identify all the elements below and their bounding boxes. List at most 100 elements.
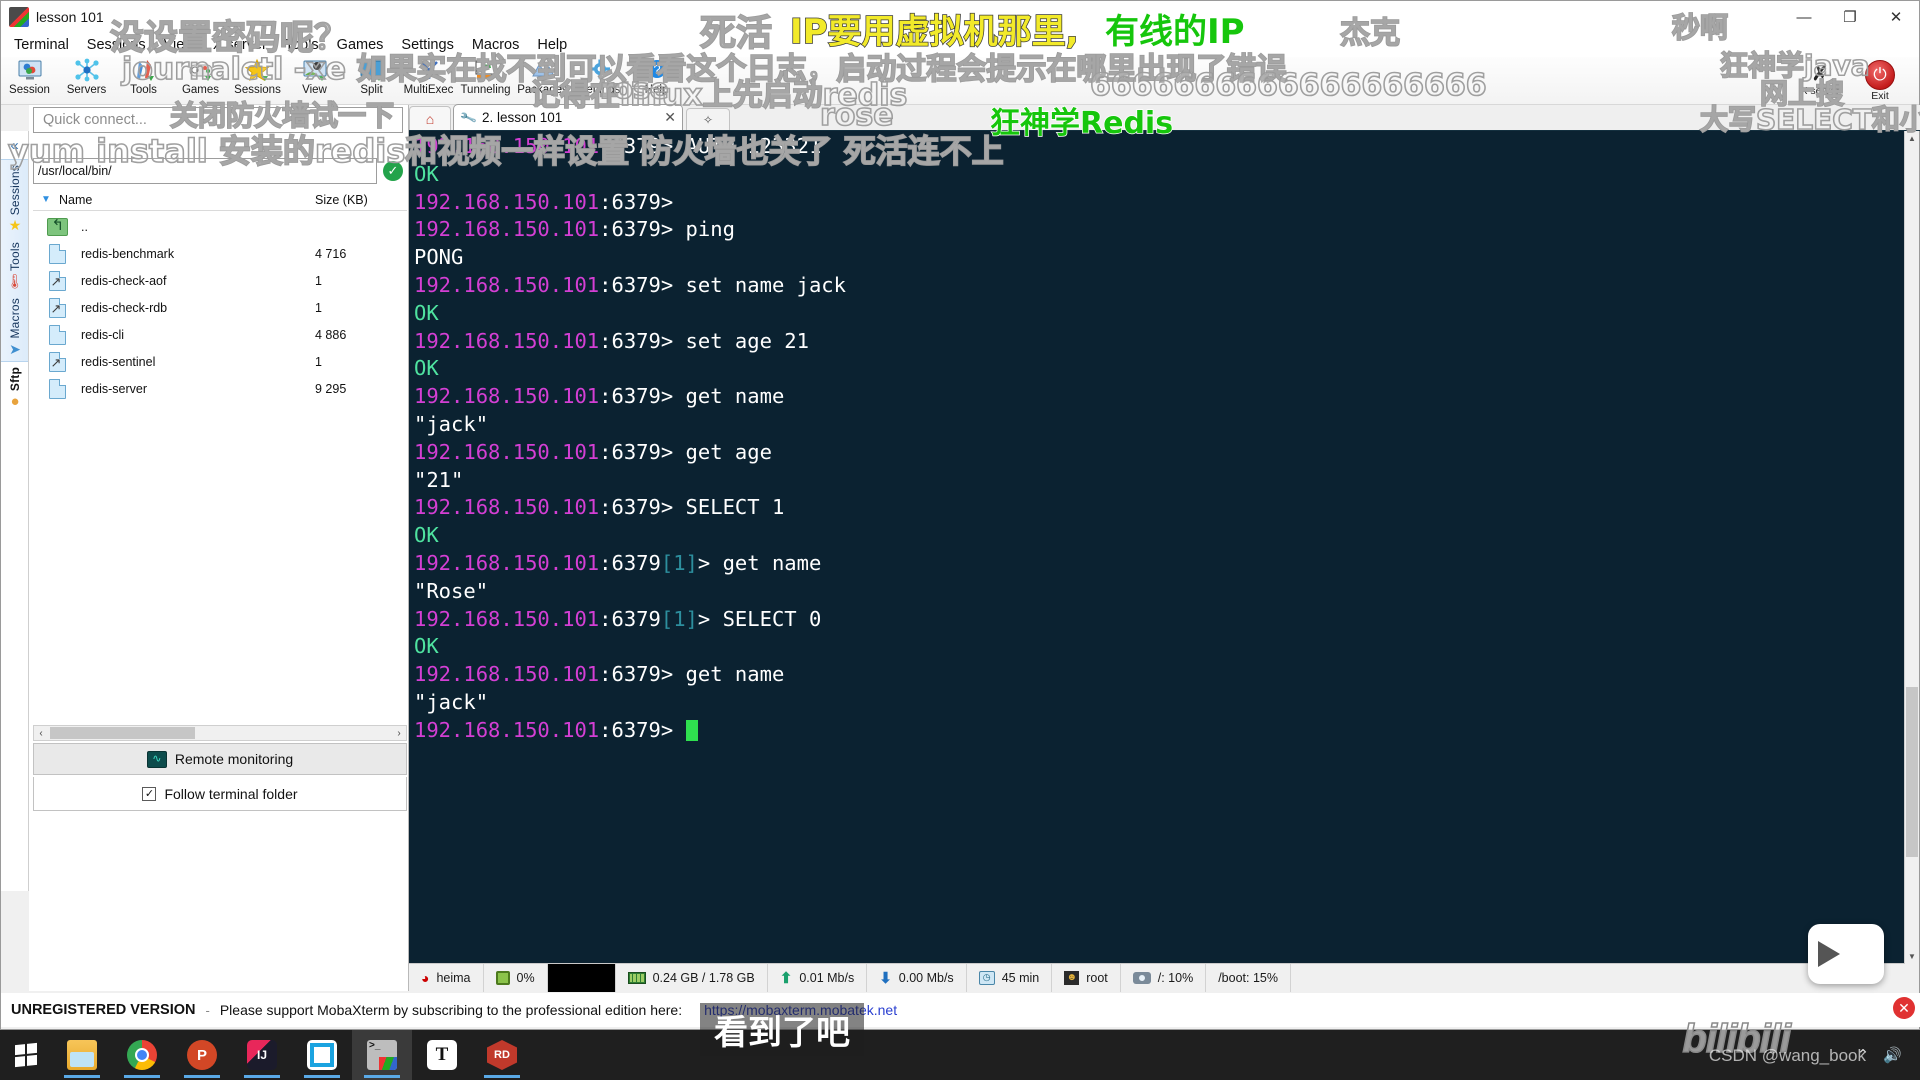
tab-close-icon[interactable]: ✕	[640, 109, 676, 126]
tunneling-icon	[472, 58, 500, 83]
taskbar-mobaxterm[interactable]	[352, 1030, 412, 1080]
scroll-up-icon[interactable]: ▲	[1905, 131, 1919, 145]
mobaxterm-purchase-link[interactable]: https://mobaxterm.mobatek.net	[704, 1002, 897, 1018]
taskbar-file-explorer[interactable]	[52, 1030, 112, 1080]
terminal-prompt-sep: >	[661, 662, 686, 686]
collapse-sidebar-icon[interactable]: «	[1, 131, 28, 159]
start-button[interactable]	[0, 1030, 52, 1080]
status-cpu[interactable]: 0%	[484, 964, 548, 992]
remote-monitoring-button[interactable]: ∿ Remote monitoring	[33, 743, 407, 775]
terminal-prompt-db: [1]	[661, 551, 698, 575]
column-header-size[interactable]: Size (KB)	[315, 193, 407, 207]
status-uptime[interactable]: ◷ 45 min	[967, 964, 1053, 992]
download-arrow-icon: ⬇	[879, 969, 892, 987]
ribbon-servers[interactable]: Servers	[58, 57, 115, 105]
taskbar-vmware[interactable]	[292, 1030, 352, 1080]
footer-close-button[interactable]: ✕	[1893, 997, 1915, 1019]
taskbar-redis-desktop[interactable]: RD	[472, 1030, 532, 1080]
menu-help[interactable]: Help	[528, 35, 576, 55]
file-icon	[49, 379, 66, 399]
status-download[interactable]: ⬇ 0.00 Mb/s	[867, 964, 966, 992]
ribbon-tunneling[interactable]: Tunneling	[457, 57, 514, 105]
scroll-thumb[interactable]	[50, 727, 195, 739]
taskbar-powerpoint[interactable]: P	[172, 1030, 232, 1080]
column-header-name[interactable]: Name	[59, 193, 315, 207]
list-item[interactable]: redis-check-aof 1	[33, 267, 407, 294]
taskbar-intellij-idea[interactable]: IJ	[232, 1030, 292, 1080]
list-item[interactable]: ..	[33, 213, 407, 240]
terminal-output[interactable]: 192.168.150.101:6379> AUTH 123321 OK 192…	[409, 131, 1905, 963]
menu-x-server[interactable]: X server	[204, 35, 276, 55]
status-disk-root[interactable]: /: 10%	[1121, 964, 1206, 992]
system-tray: ⌃ 🔊	[1857, 1046, 1920, 1064]
tray-volume-icon[interactable]: 🔊	[1883, 1046, 1902, 1064]
ribbon-sessions[interactable]: Sessions	[229, 57, 286, 105]
scroll-track[interactable]	[48, 726, 392, 740]
menu-games[interactable]: Games	[328, 35, 393, 55]
terminal-line: "21"	[414, 467, 1905, 495]
scroll-down-icon[interactable]: ▼	[1905, 949, 1919, 963]
menu-sessions[interactable]: Sessions	[78, 35, 155, 55]
powerpoint-icon: P	[187, 1040, 217, 1070]
ribbon-help[interactable]: ? Help	[628, 57, 685, 105]
close-button[interactable]: ✕	[1873, 1, 1919, 33]
ribbon-multiexec[interactable]: MultiExec	[400, 57, 457, 105]
menu-tools[interactable]: Tools	[276, 35, 328, 55]
scroll-right-icon[interactable]: ›	[392, 728, 406, 739]
status-hostname[interactable]: ◕ heima	[409, 964, 484, 992]
terminal-prompt-host: 192.168.150.101	[414, 551, 599, 575]
terminal-line: 192.168.150.101:6379[1]> SELECT 0	[414, 606, 1905, 634]
taskbar-typora[interactable]: T	[412, 1030, 472, 1080]
taskbar-google-chrome[interactable]	[112, 1030, 172, 1080]
quick-connect-input[interactable]: Quick connect...	[33, 107, 403, 133]
sidebar-item-macros[interactable]: ➤ Macros	[1, 293, 29, 361]
ribbon-session[interactable]: Session	[1, 57, 58, 105]
ribbon-view[interactable]: View	[286, 57, 343, 105]
exit-button[interactable]: ⏻ Exit	[1851, 60, 1909, 102]
tab-lesson-101[interactable]: 🔧 2. lesson 101 ✕	[453, 104, 683, 130]
terminal-vertical-scrollbar[interactable]: ▲ ▼	[1904, 131, 1919, 963]
terminal-prompt-host: 192.168.150.101	[414, 190, 599, 214]
current-path-input[interactable]: /usr/local/bin/	[33, 158, 377, 184]
menu-macros[interactable]: Macros	[463, 35, 529, 55]
status-user[interactable]: ☻ root	[1052, 964, 1121, 992]
scroll-left-icon[interactable]: ‹	[34, 728, 48, 739]
menu-settings[interactable]: Settings	[392, 35, 462, 55]
terminal-line: 192.168.150.101:6379> set age 21	[414, 328, 1905, 356]
home-tab[interactable]: ⌂	[409, 106, 451, 130]
list-item[interactable]: redis-check-rdb 1	[33, 294, 407, 321]
ribbon-games[interactable]: Games	[172, 57, 229, 105]
x-server-button[interactable]: ✗ X server	[1791, 65, 1849, 97]
ribbon-split[interactable]: Split	[343, 57, 400, 105]
terminal-prompt-sep: >	[661, 273, 686, 297]
file-list-horizontal-scrollbar[interactable]: ‹ ›	[33, 725, 407, 741]
scroll-thumb[interactable]	[1906, 687, 1918, 857]
menu-terminal[interactable]: Terminal	[5, 35, 78, 55]
follow-terminal-folder-row[interactable]: ✓ Follow terminal folder	[33, 777, 407, 811]
sidebar-item-tools[interactable]: 🌡 Tools	[1, 237, 29, 293]
file-list[interactable]: .. redis-benchmark 4 716 redis-check-aof…	[33, 213, 407, 721]
sidebar-item-sessions[interactable]: ★ Sessions	[1, 160, 29, 237]
menu-view[interactable]: View	[155, 35, 204, 55]
terminal-prompt-port: :6379	[599, 273, 661, 297]
status-disk-boot[interactable]: /boot: 15%	[1206, 964, 1291, 992]
list-item[interactable]: redis-cli 4 886	[33, 321, 407, 348]
maximize-button[interactable]: ❐	[1827, 1, 1873, 33]
ribbon-tools[interactable]: Tools	[115, 57, 172, 105]
running-indicator	[304, 1075, 340, 1078]
status-upload[interactable]: ⬆ 0.01 Mb/s	[768, 964, 867, 992]
ribbon-settings[interactable]: Settings	[571, 57, 628, 105]
file-icon	[49, 325, 66, 345]
new-tab-button[interactable]: ✧	[686, 108, 730, 130]
terminal-line: PONG	[414, 244, 1905, 272]
ribbon-packages[interactable]: Packages	[514, 57, 571, 105]
list-item[interactable]: redis-sentinel 1	[33, 348, 407, 375]
terminal-command: get name	[686, 384, 785, 408]
list-item[interactable]: redis-server 9 295	[33, 375, 407, 402]
status-memory[interactable]: 0.24 GB / 1.78 GB	[616, 964, 768, 992]
sidebar-item-sftp[interactable]: ● Sftp	[1, 362, 29, 413]
list-item[interactable]: redis-benchmark 4 716	[33, 240, 407, 267]
sort-caret-icon[interactable]: ▼	[33, 194, 59, 205]
minimize-button[interactable]: —	[1781, 1, 1827, 33]
follow-terminal-folder-checkbox[interactable]: ✓	[142, 787, 156, 801]
